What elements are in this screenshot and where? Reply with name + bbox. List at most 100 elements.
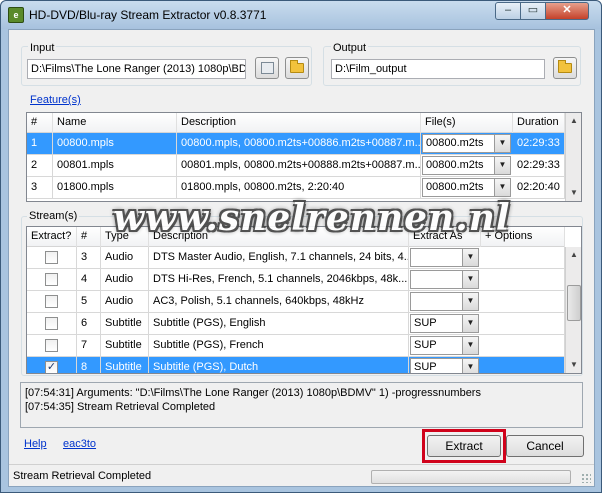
extract-as-select[interactable]: ▼ <box>410 292 479 311</box>
minimize-button[interactable]: – <box>495 2 521 20</box>
browse-output-folder-button[interactable] <box>553 57 577 79</box>
options-cell[interactable] <box>481 313 565 335</box>
chevron-down-icon: ▼ <box>462 293 478 310</box>
options-cell[interactable] <box>481 269 565 291</box>
extract-as-select[interactable]: SUP ▼ <box>410 358 479 373</box>
extract-cell: ✓ <box>27 357 77 373</box>
chevron-down-icon: ▼ <box>462 249 478 266</box>
options-cell[interactable] <box>481 247 565 269</box>
feature-duration: 02:29:33 <box>513 133 565 155</box>
feature-file-select[interactable]: 00800.m2ts ▼ <box>422 134 511 153</box>
output-path-field[interactable]: D:\Film_output <box>331 59 545 79</box>
col-stream-number[interactable]: # <box>77 227 101 247</box>
stream-number: 3 <box>77 247 101 269</box>
feature-file-select[interactable]: 00800.m2ts ▼ <box>422 178 511 197</box>
log-output[interactable]: [07:54:31] Arguments: "D:\Films\The Lone… <box>20 382 583 428</box>
streams-scrollbar[interactable]: ▲ ▼ <box>565 247 581 373</box>
extract-checkbox[interactable] <box>45 251 58 264</box>
help-link[interactable]: Help <box>24 438 47 450</box>
eac3to-link[interactable]: eac3to <box>63 438 96 450</box>
features-header: # Name Description File(s) Duration <box>27 113 565 133</box>
stream-type: Subtitle <box>101 313 149 335</box>
chevron-down-icon: ▼ <box>494 179 510 196</box>
extract-as-select[interactable]: SUP ▼ <box>410 314 479 333</box>
extract-checkbox[interactable] <box>45 339 58 352</box>
stream-type: Subtitle <box>101 335 149 357</box>
extract-as-select[interactable]: ▼ <box>410 248 479 267</box>
chevron-down-icon: ▼ <box>494 157 510 174</box>
feature-description: 01800.mpls, 00800.m2ts, 2:20:40 <box>177 177 421 199</box>
stream-description: Subtitle (PGS), French <box>149 335 409 357</box>
status-bar: Stream Retrieval Completed <box>9 464 594 486</box>
col-number[interactable]: # <box>27 113 53 133</box>
col-duration[interactable]: Duration <box>513 113 565 133</box>
feature-row[interactable]: 3 01800.mpls 01800.mpls, 00800.m2ts, 2:2… <box>27 177 565 199</box>
title-bar[interactable]: e HD-DVD/Blu-ray Stream Extractor v0.8.3… <box>1 1 601 29</box>
feature-name: 00800.mpls <box>53 133 177 155</box>
stream-type: Subtitle <box>101 357 149 373</box>
scroll-down-icon[interactable]: ▼ <box>566 185 581 201</box>
scroll-up-icon[interactable]: ▲ <box>566 247 581 263</box>
stream-row[interactable]: 7 Subtitle Subtitle (PGS), French SUP ▼ <box>27 335 565 357</box>
feature-row[interactable]: 1 00800.mpls 00800.mpls, 00800.m2ts+0088… <box>27 133 565 155</box>
input-path-field[interactable]: D:\Films\The Lone Ranger (2013) 1080p\BD <box>27 59 246 79</box>
features-link[interactable]: Feature(s) <box>30 94 81 106</box>
extract-checkbox[interactable] <box>45 295 58 308</box>
stream-type: Audio <box>101 247 149 269</box>
feature-name: 00801.mpls <box>53 155 177 177</box>
feature-description: 00800.mpls, 00800.m2ts+00886.m2ts+00887.… <box>177 133 421 155</box>
extract-as-select[interactable]: ▼ <box>410 270 479 289</box>
scroll-up-icon[interactable]: ▲ <box>566 113 581 129</box>
feature-number: 1 <box>27 133 53 155</box>
extract-as-value: SUP <box>414 339 437 351</box>
options-cell[interactable] <box>481 335 565 357</box>
log-line: [07:54:31] Arguments: "D:\Films\The Lone… <box>25 387 481 399</box>
watermark-logo: www.snelrennen.nl <box>113 197 511 239</box>
scroll-down-icon[interactable]: ▼ <box>566 357 581 373</box>
col-files[interactable]: File(s) <box>421 113 513 133</box>
resize-grip-icon[interactable] <box>581 473 591 483</box>
features-table[interactable]: # Name Description File(s) Duration 1 00… <box>26 112 582 202</box>
close-button[interactable]: ✕ <box>545 2 589 20</box>
stream-number: 4 <box>77 269 101 291</box>
feature-description: 00801.mpls, 00800.m2ts+00888.m2ts+00887.… <box>177 155 421 177</box>
extract-cell <box>27 335 77 357</box>
chevron-down-icon: ▼ <box>462 271 478 288</box>
stream-row[interactable]: 5 Audio AC3, Polish, 5.1 channels, 640kb… <box>27 291 565 313</box>
feature-row[interactable]: 2 00801.mpls 00801.mpls, 00800.m2ts+0088… <box>27 155 565 177</box>
extract-button[interactable]: Extract <box>427 435 501 457</box>
maximize-button[interactable]: ▭ <box>520 2 546 20</box>
extract-checkbox[interactable]: ✓ <box>45 361 58 373</box>
features-scrollbar[interactable]: ▲ ▼ <box>565 113 581 201</box>
feature-number: 2 <box>27 155 53 177</box>
extract-checkbox[interactable] <box>45 317 58 330</box>
app-icon: e <box>8 7 24 23</box>
browse-input-folder-button[interactable] <box>285 57 309 79</box>
feature-duration: 02:29:33 <box>513 155 565 177</box>
chevron-down-icon: ▼ <box>494 135 510 152</box>
col-description[interactable]: Description <box>177 113 421 133</box>
scroll-thumb[interactable] <box>567 285 581 321</box>
stream-row[interactable]: 6 Subtitle Subtitle (PGS), English SUP ▼ <box>27 313 565 335</box>
feature-file-select[interactable]: 00800.m2ts ▼ <box>422 156 511 175</box>
options-cell[interactable] <box>481 357 565 373</box>
extract-as-value: SUP <box>414 361 437 373</box>
chevron-down-icon: ▼ <box>462 359 478 373</box>
col-name[interactable]: Name <box>53 113 177 133</box>
browse-disc-button[interactable] <box>255 57 279 79</box>
col-extract[interactable]: Extract? <box>27 227 77 247</box>
stream-row[interactable]: 3 Audio DTS Master Audio, English, 7.1 c… <box>27 247 565 269</box>
streams-table[interactable]: Extract? # Type Description Extract As +… <box>26 226 582 374</box>
stream-number: 5 <box>77 291 101 313</box>
stream-description: Subtitle (PGS), English <box>149 313 409 335</box>
options-cell[interactable] <box>481 291 565 313</box>
feature-duration: 02:20:40 <box>513 177 565 199</box>
folder-icon <box>558 60 572 73</box>
extract-as-select[interactable]: SUP ▼ <box>410 336 479 355</box>
feature-file-value: 00800.m2ts <box>426 137 484 149</box>
cancel-button[interactable]: Cancel <box>506 435 584 457</box>
extract-checkbox[interactable] <box>45 273 58 286</box>
streams-label: Stream(s) <box>27 210 80 222</box>
stream-row[interactable]: ✓ 8 Subtitle Subtitle (PGS), Dutch SUP ▼ <box>27 357 565 373</box>
stream-row[interactable]: 4 Audio DTS Hi-Res, French, 5.1 channels… <box>27 269 565 291</box>
